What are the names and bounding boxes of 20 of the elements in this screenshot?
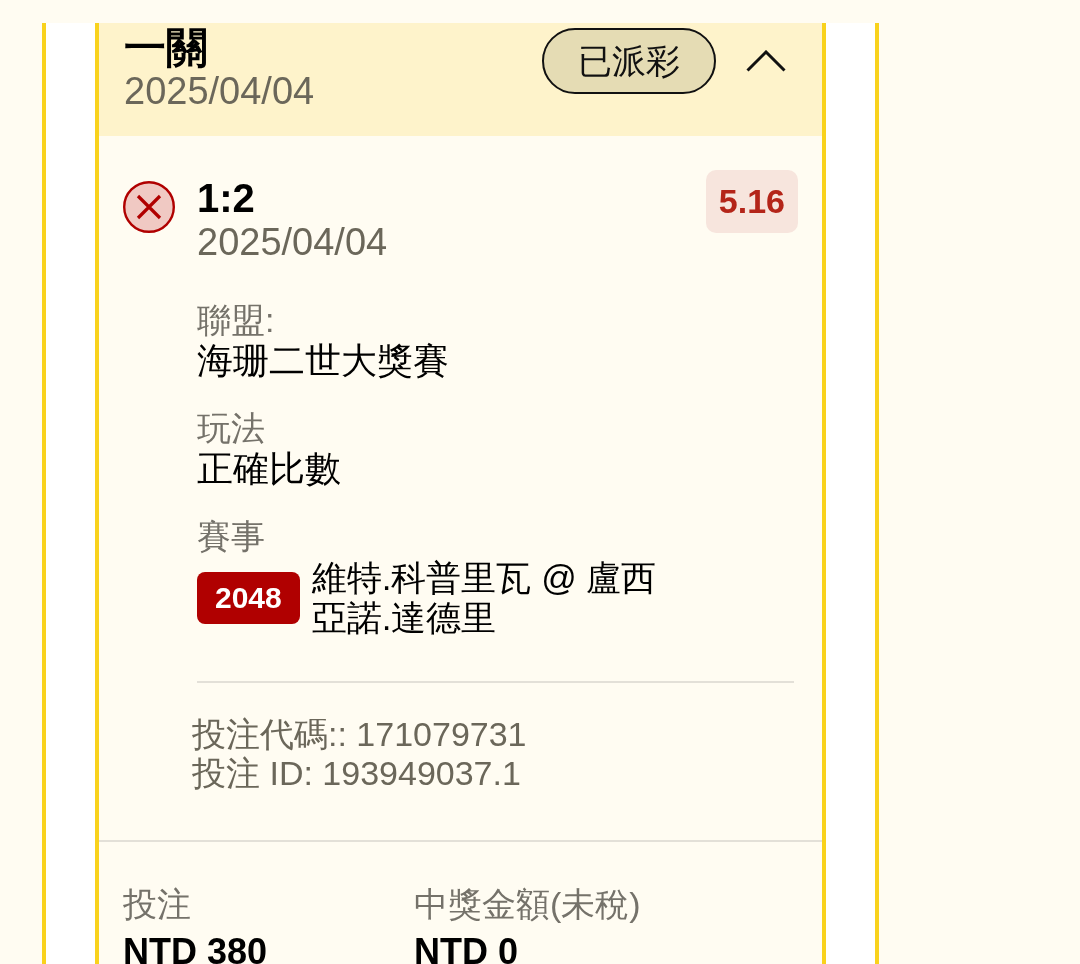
bet-type-title: 一關 bbox=[124, 25, 208, 71]
payout-amount: NTD 0 bbox=[414, 931, 518, 964]
selection-date: 2025/04/04 bbox=[197, 222, 388, 262]
bet-id-text: 投注 ID: 193949037.1 bbox=[192, 754, 521, 793]
stake-label: 投注 bbox=[123, 884, 191, 924]
field-label: 聯盟: bbox=[197, 300, 275, 340]
match-number-badge: 2048 bbox=[197, 572, 300, 624]
odds-badge: 5.16 bbox=[705, 170, 798, 233]
bet-date: 2025/04/04 bbox=[124, 71, 315, 111]
selection-score: 1:2 bbox=[197, 176, 255, 220]
field-value: 正確比數 bbox=[197, 448, 341, 490]
match-teams: 維特.科普里瓦 @ 盧西亞諾.達德里 bbox=[311, 558, 658, 638]
chevron-up-icon[interactable] bbox=[746, 50, 786, 72]
field-label: 賽事 bbox=[197, 516, 265, 556]
status-badge: 已派彩 bbox=[542, 28, 716, 94]
stake-amount: NTD 380 bbox=[123, 931, 268, 964]
field-label: 玩法 bbox=[197, 408, 265, 448]
payout-label: 中獎金額(未稅) bbox=[414, 884, 641, 924]
bet-code-text: 投注代碼:: 171079731 bbox=[192, 715, 527, 754]
field-value: 海珊二世大獎賽 bbox=[197, 340, 449, 382]
